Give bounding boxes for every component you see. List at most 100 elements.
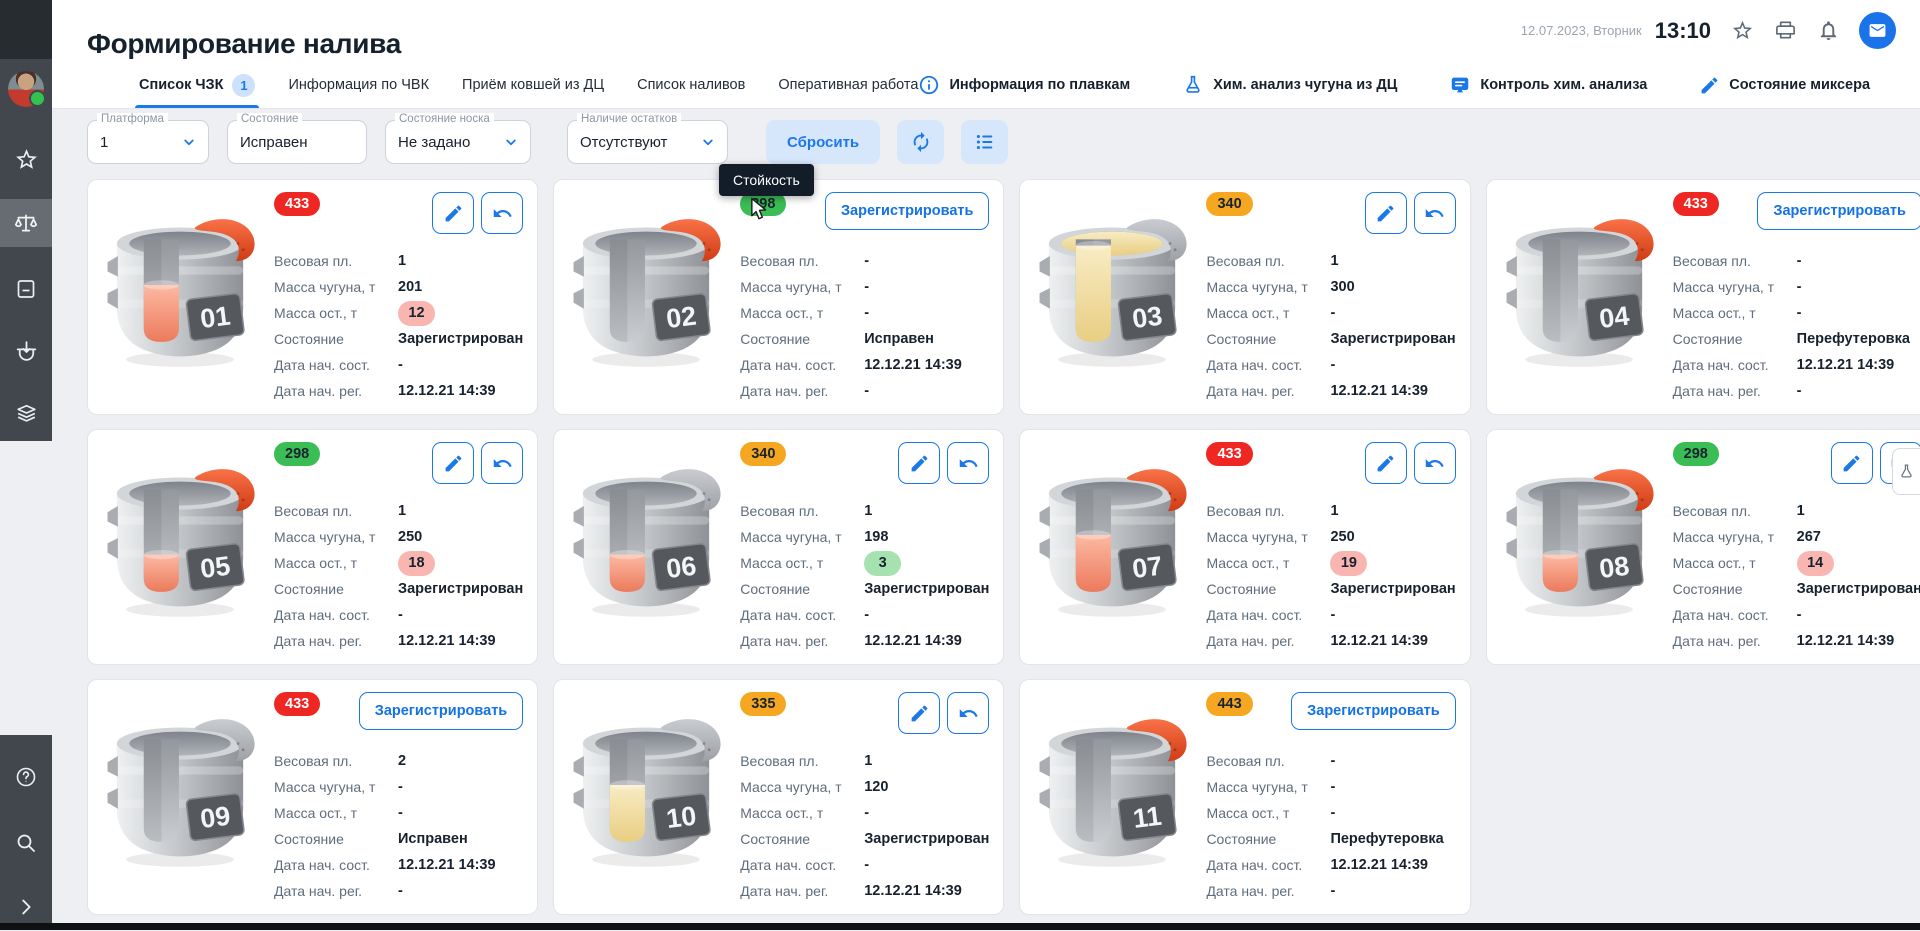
field-label: Дата нач. сост. [740, 857, 837, 873]
online-status-dot [29, 90, 46, 107]
chevron-down-icon [506, 139, 516, 146]
undo-button[interactable] [947, 442, 990, 484]
link-chem-control[interactable]: Контроль хим. анализа [1449, 74, 1647, 96]
edit-button[interactable] [898, 442, 941, 484]
card-content: 298 Зарегистрировать Весовая пл. - Масса ч… [740, 192, 990, 404]
tab-pour-list[interactable]: Список наливов [637, 62, 745, 108]
notifications-button[interactable] [1816, 19, 1840, 43]
edit-button[interactable] [898, 692, 941, 734]
sidebar-item-documents[interactable] [0, 265, 52, 313]
list-icon [976, 134, 993, 150]
undo-button[interactable] [947, 692, 990, 734]
filter-spout-state-select[interactable]: Состояние носка Не задано [385, 113, 531, 164]
durability-badge[interactable]: 433 [1206, 442, 1253, 466]
card-fields: Весовая пл. 1 Масса чугуна, т 250 Масса ост.… [1206, 498, 1455, 654]
filter-state-select[interactable]: Состояние Исправен [227, 113, 367, 164]
edit-button[interactable] [432, 442, 475, 484]
field-value: - [1796, 279, 1802, 295]
card-top-row: 443 Зарегистрировать [1206, 692, 1456, 742]
sidebar-item-weighing-active[interactable] [0, 199, 52, 247]
register-button[interactable]: Зарегистрировать [1757, 192, 1920, 230]
filter-residues-select[interactable]: Наличие остатков Отсутствуют [567, 113, 728, 164]
field-row-state_date: Дата нач. сост. - [740, 852, 989, 878]
field-label: Масса ост., т [1672, 305, 1756, 321]
durability-badge[interactable]: 340 [1206, 192, 1253, 216]
filter-platform-select[interactable]: Платформа 1 [87, 113, 209, 164]
durability-badge[interactable]: 298 [274, 442, 321, 466]
tab-operational-work[interactable]: Оперативная работа [778, 62, 918, 108]
link-mixer-state[interactable]: Состояние миксера [1699, 75, 1870, 96]
durability-badge[interactable]: 298 [1672, 442, 1719, 466]
undo-button[interactable] [481, 442, 524, 484]
link-melt-info[interactable]: Информация по плавкам [918, 74, 1130, 96]
sidebar-item-search[interactable] [0, 819, 52, 867]
field-label: Весовая пл. [274, 753, 353, 769]
sidebar-item-ladle-receive[interactable] [0, 327, 52, 375]
tab-czk-list[interactable]: Список ЧЗК 1 [134, 62, 260, 108]
print-button[interactable] [1773, 19, 1797, 43]
field-label: Состояние [274, 581, 344, 597]
sidebar-item-help[interactable] [0, 753, 52, 801]
edit-button[interactable] [1364, 442, 1407, 484]
register-button[interactable]: Зарегистрировать [358, 692, 524, 730]
current-date: 12.07.2023, Вторник [1520, 23, 1642, 38]
link-chem-analysis-dc[interactable]: Хим. анализ чугуна из ДЦ [1182, 74, 1397, 96]
field-value: 1 [1796, 503, 1805, 519]
edit-button[interactable] [1364, 192, 1407, 234]
ladle-image: 09 [88, 692, 274, 904]
card-actions [432, 192, 524, 234]
durability-badge[interactable]: 433 [1672, 192, 1719, 216]
list-view-button[interactable] [961, 120, 1009, 164]
register-button[interactable]: Зарегистрировать [1291, 692, 1456, 730]
chem-analysis-panel-handle[interactable] [1892, 448, 1920, 495]
field-value: Перефутеровка [1330, 831, 1444, 847]
edit-button[interactable] [432, 192, 475, 234]
durability-badge[interactable]: 433 [274, 692, 321, 716]
favorites-button[interactable] [1730, 19, 1754, 43]
card-fields: Весовая пл. 1 Масса чугуна, т 267 Масса ост.… [1673, 498, 1920, 654]
sidebar-item-layers[interactable] [0, 388, 52, 436]
card-actions [898, 692, 990, 734]
messages-avatar-button[interactable] [1859, 12, 1896, 49]
register-button[interactable]: Зарегистрировать [824, 192, 990, 230]
ladle-illustration: 02 [573, 219, 721, 367]
card-fields: Весовая пл. 1 Масса чугуна, т 201 Масса ост.… [274, 248, 523, 404]
ladle-card: 09 433 Зарегистрировать Весовая пл. 2 Масс… [87, 679, 539, 915]
ladle-illustration: 11 [1039, 719, 1188, 867]
undo-button[interactable] [1413, 192, 1456, 234]
field-value: Исправен [398, 831, 468, 847]
sidebar-item-favorites[interactable] [0, 135, 52, 183]
card-top-row: 298 Зарегистрировать [740, 192, 990, 242]
field-row-state: Состояние Зарегистрирован [1206, 326, 1455, 352]
field-row-iron_mass: Масса чугуна, т 198 [740, 524, 989, 550]
field-row-state_date: Дата нач. сост. - [274, 602, 523, 628]
field-value: 19 [1330, 550, 1368, 576]
user-avatar[interactable] [8, 71, 46, 107]
durability-badge[interactable]: 433 [274, 192, 321, 216]
undo-button[interactable] [1413, 442, 1456, 484]
refresh-button[interactable] [897, 120, 945, 164]
edit-button[interactable] [1830, 442, 1873, 484]
reset-filters-button[interactable]: Сбросить [766, 120, 881, 164]
field-row-state: Состояние Зарегистрирован [740, 576, 989, 602]
field-row-residue_mass: Масса ост., т 12 [274, 300, 523, 326]
durability-badge[interactable]: 340 [740, 442, 787, 466]
tab-chvk-info[interactable]: Информация по ЧВК [288, 62, 429, 108]
field-value: 267 [1796, 529, 1821, 545]
field-row-state: Состояние Исправен [274, 826, 523, 852]
ladle-image: 03 [1020, 192, 1206, 404]
field-label: Весовая пл. [740, 253, 819, 269]
svg-text:08: 08 [1597, 551, 1630, 584]
tab-ladle-receive[interactable]: Приём ковшей из ДЦ [462, 62, 604, 108]
field-value: 3 [864, 550, 902, 576]
durability-badge[interactable]: 443 [1206, 692, 1253, 716]
field-row-state_date: Дата нач. сост. 12.12.21 14:39 [1206, 852, 1455, 878]
card-fields: Весовая пл. 1 Масса чугуна, т 300 Масса ост.… [1206, 248, 1455, 404]
ladle-illustration: 03 [1039, 219, 1188, 367]
card-content: 298 Весовая пл. 1 Масса чугуна, т 267 Масса … [1672, 442, 1920, 654]
undo-button[interactable] [481, 192, 524, 234]
durability-badge[interactable]: 335 [740, 692, 787, 716]
field-row-residue_mass: Масса ост., т - [1673, 300, 1920, 326]
link-label: Контроль хим. анализа [1480, 77, 1648, 93]
field-label: Масса ост., т [274, 555, 358, 571]
